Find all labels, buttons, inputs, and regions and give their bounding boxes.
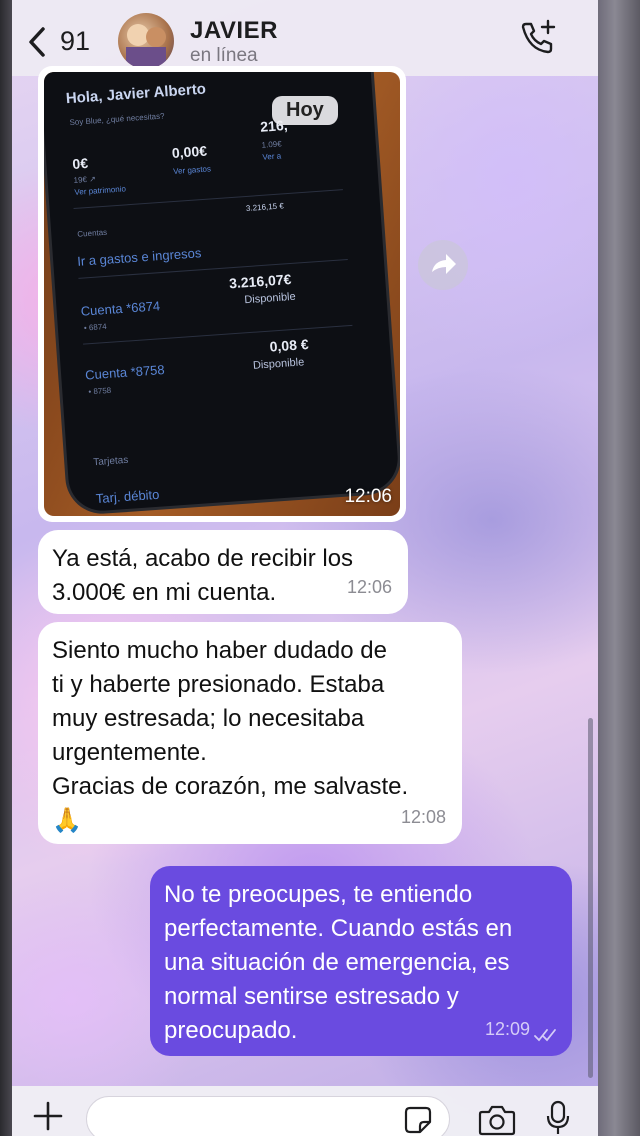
stat2-link: Ver gastos <box>172 164 212 176</box>
message-text-line: Ya está, acabo de recibir los <box>52 545 354 572</box>
account2-name: Cuenta *8758 <box>84 362 166 383</box>
banking-app-screen: Hola, Javier Alberto Soy Blue, ¿qué nece… <box>59 72 378 506</box>
stat3-link: Ver a <box>262 151 282 162</box>
stat1-sub: 19€ ↗ <box>73 174 97 185</box>
image-message-bubble[interactable]: Hola, Javier Alberto Soy Blue, ¿qué nece… <box>38 66 406 522</box>
stat1-value: 0€ <box>71 154 89 172</box>
message-bubble-incoming[interactable]: Ya está, acabo de recibir los 3.000€ en … <box>38 530 408 614</box>
contact-name[interactable]: JAVIER <box>190 17 278 45</box>
account1-name: Cuenta *6874 <box>80 298 161 319</box>
device-frame-right <box>598 0 640 1136</box>
double-check-icon <box>534 1029 556 1042</box>
message-time: 12:08 <box>400 807 446 827</box>
message-input-bar <box>12 1086 598 1136</box>
message-bubble-outgoing[interactable]: No te preocupes, te entiendo perfectamen… <box>150 866 572 1056</box>
stat1-link: Ver patrimonio <box>74 184 127 197</box>
message-text-line: Gracias de corazón, me salvaste. <box>52 773 409 800</box>
folded-hands-emoji: 🙏 <box>52 807 82 834</box>
message-text-line: 3.000€ en mi cuenta. <box>52 579 277 606</box>
link-gastos-ingresos: Ir a gastos e ingresos <box>76 245 202 269</box>
scrollbar[interactable] <box>588 718 593 1078</box>
message-time: 12:06 <box>346 577 392 597</box>
stat2-value: 0,00€ <box>171 142 208 161</box>
stat3-sub: 1.09€ <box>261 139 282 150</box>
account2-sub: • 8758 <box>88 385 112 397</box>
chat-screen: 91 JAVIER en línea Hola, Javier Alberto … <box>12 0 598 1136</box>
message-bubble-incoming[interactable]: Siento mucho haber dudado de ti y habert… <box>38 622 462 844</box>
plus-icon[interactable] <box>32 1100 64 1132</box>
photographed-phone: Hola, Javier Alberto Soy Blue, ¿qué nece… <box>44 72 400 513</box>
account1-sub: • 6874 <box>83 321 108 333</box>
chat-header: 91 JAVIER en línea <box>12 0 598 76</box>
forward-button[interactable] <box>418 240 468 290</box>
message-text-line: Siento mucho haber dudado de <box>52 637 387 664</box>
add-call-icon[interactable] <box>517 18 557 58</box>
account2-amount: 0,08 € <box>269 335 310 355</box>
divider <box>83 324 353 345</box>
message-text-line: una situación de emergencia, es <box>164 949 510 976</box>
sticker-icon[interactable] <box>404 1106 432 1134</box>
account1-amount: 3.216,07€ <box>228 271 292 292</box>
date-chip: Hoy <box>272 96 338 125</box>
bank-greeting: Hola, Javier Alberto <box>65 80 207 108</box>
avatar[interactable] <box>118 13 174 69</box>
section-cuentas: Cuentas <box>77 227 108 239</box>
microphone-icon[interactable] <box>546 1100 570 1136</box>
account2-status: Disponible <box>252 356 305 372</box>
chevron-left-icon[interactable] <box>26 26 48 58</box>
message-text-line: normal sentirse estresado y <box>164 983 459 1010</box>
message-text-line: urgentemente. <box>52 739 207 766</box>
contact-status: en línea <box>190 45 258 66</box>
message-time: 12:09 <box>484 1019 530 1039</box>
back-unread-count[interactable]: 91 <box>60 26 90 57</box>
message-text-line: No te preocupes, te entiendo <box>164 881 473 908</box>
photo[interactable]: Hola, Javier Alberto Soy Blue, ¿qué nece… <box>44 72 400 516</box>
section-tarjetas: Tarjetas <box>92 454 129 469</box>
message-input[interactable] <box>86 1096 450 1136</box>
bank-subtitle: Soy Blue, ¿qué necesitas? <box>69 111 165 128</box>
camera-icon[interactable] <box>478 1104 516 1136</box>
message-text-line: muy estresada; lo necesitaba <box>52 705 365 732</box>
message-time: 12:06 <box>344 486 392 507</box>
card-name: Tarj. débito <box>95 486 160 507</box>
message-text-line: ti y haberte presionado. Estaba <box>52 671 385 698</box>
cuentas-total: 3.216,15 € <box>245 201 285 213</box>
device-frame-left <box>0 0 12 1136</box>
forward-arrow-icon <box>432 254 456 274</box>
account1-status: Disponible <box>243 290 297 307</box>
message-text-line: perfectamente. Cuando estás en <box>164 915 513 942</box>
